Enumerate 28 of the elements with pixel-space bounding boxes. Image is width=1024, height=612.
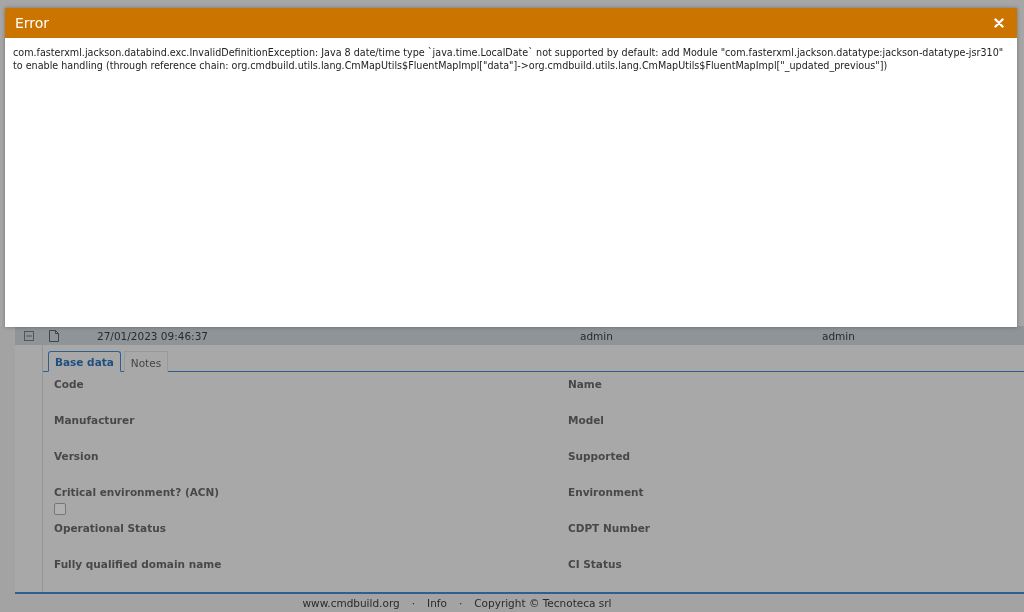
footer-link[interactable]: Copyright © Tecnoteca srl bbox=[474, 597, 612, 609]
document-icon bbox=[49, 329, 59, 342]
checkbox[interactable] bbox=[54, 503, 66, 515]
field-label: Code bbox=[54, 378, 84, 390]
field-label: Supported bbox=[568, 450, 631, 462]
separator-dot: · bbox=[458, 597, 463, 609]
tab[interactable]: Notes bbox=[123, 351, 169, 372]
field-label: Model bbox=[568, 414, 604, 426]
field-label: Operational Status bbox=[54, 522, 166, 534]
field-label: Manufacturer bbox=[54, 414, 135, 426]
field-label: Environment bbox=[568, 486, 644, 498]
close-icon[interactable] bbox=[994, 18, 1004, 28]
table-cell: admin bbox=[822, 329, 855, 342]
field-label: Critical environment? (ACN) bbox=[54, 486, 220, 498]
tab[interactable]: Base data bbox=[48, 351, 121, 372]
footer-link[interactable]: www.cmdbuild.org bbox=[302, 597, 400, 609]
field-label: Fully qualified domain name bbox=[54, 558, 222, 570]
field-label: CDPT Number bbox=[568, 522, 650, 534]
table-cell-text: admin bbox=[580, 329, 614, 342]
separator-dot: · bbox=[411, 597, 416, 609]
dialog-title: Error bbox=[15, 15, 50, 31]
error-message: com.fasterxml.jackson.databind.exc.InvalidDefinitionException: Java 8 date/time type `java.time.LocalDate` not supported by default: add Module "com.fasterxml.jackson.datatype:jackson-datatype-jsr310" to enable handling (through reference chain: org.cmdbuild.utils.lang.CmMapUtils$FluentMapImpl["data"]->org.cmdbuild.utils.lang.CmMapUtils$FluentMapImpl["_updated_previous"]) bbox=[13, 46, 1005, 72]
table-cell-text: 27/01/2023 09:46:37 bbox=[97, 329, 209, 342]
collapse-icon[interactable] bbox=[24, 330, 34, 341]
field-label: CI Status bbox=[568, 558, 622, 570]
footer-link[interactable]: Info bbox=[427, 597, 447, 609]
field-label: Version bbox=[54, 450, 99, 462]
field-label: Name bbox=[568, 378, 602, 390]
